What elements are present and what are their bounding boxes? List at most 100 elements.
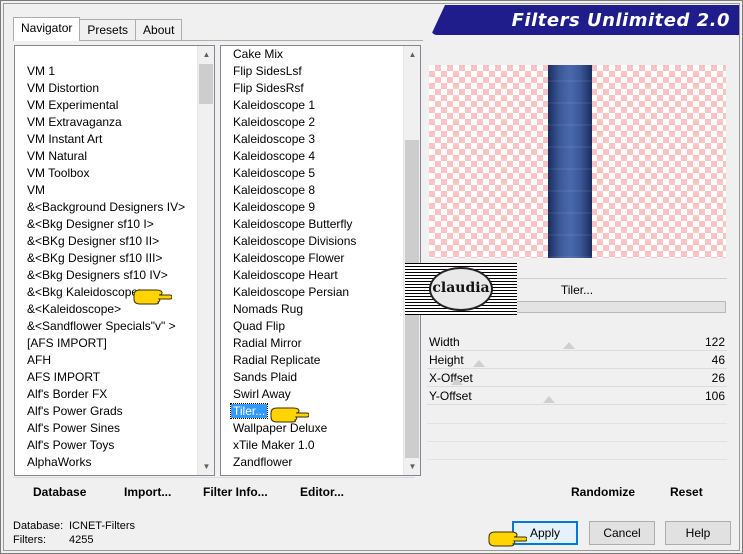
category-item[interactable]: &<Sandflower Specials"v" >: [15, 318, 197, 335]
empty-parameter-rows: [427, 406, 727, 476]
filter-item[interactable]: Cake Mix: [221, 46, 403, 63]
filter-item[interactable]: Kaleidoscope Divisions: [221, 233, 403, 250]
filter-item[interactable]: xTile Maker 1.0: [221, 437, 403, 454]
category-item[interactable]: Alf's Power Toys: [15, 437, 197, 454]
filter-item[interactable]: Zandflower: [221, 454, 403, 471]
category-scrollbar[interactable]: ▲ ▼: [197, 46, 214, 475]
filter-item[interactable]: Sands Plaid: [221, 369, 403, 386]
category-item[interactable]: AFS IMPORT: [15, 369, 197, 386]
tab-navigator[interactable]: Navigator: [13, 17, 81, 41]
param-value: 26: [711, 371, 725, 385]
reset-button[interactable]: Reset: [670, 485, 703, 499]
category-scroll-thumb[interactable]: [199, 64, 213, 104]
filter-item-label: Kaleidoscope 9: [233, 200, 316, 214]
filter-item-label: Zandflower: [233, 455, 293, 469]
category-item[interactable]: Alf's Border FX: [15, 386, 197, 403]
editor-button[interactable]: Editor...: [300, 485, 344, 499]
param-name: Y-Offset: [429, 389, 472, 403]
param-name: Width: [429, 335, 460, 349]
category-item[interactable]: &<Bkg Designers sf10 IV>: [15, 267, 197, 284]
filter-info-button[interactable]: Filter Info...: [203, 485, 268, 499]
filter-item-label: Kaleidoscope 1: [233, 98, 316, 112]
filter-list: Cake Mix Flip SidesLsf Flip SidesRsf Kaleid…: [221, 46, 403, 475]
help-button[interactable]: Help: [665, 521, 731, 545]
category-item[interactable]: Alf's Power Grads: [15, 403, 197, 420]
filter-item[interactable]: Wallpaper Deluxe: [221, 420, 403, 437]
filter-item[interactable]: Flip SidesLsf: [221, 63, 403, 80]
filter-item[interactable]: Kaleidoscope 8: [221, 182, 403, 199]
category-listbox[interactable]: VM 1 VM Distortion VM Experimental VM Extra…: [14, 45, 215, 476]
pointing-hand-icon: [133, 289, 172, 305]
filter-scrollbar[interactable]: ▲ ▼: [403, 46, 420, 475]
filter-item[interactable]: Radial Mirror: [221, 335, 403, 352]
slider-marker-icon[interactable]: [451, 378, 463, 385]
filter-listbox[interactable]: Cake Mix Flip SidesLsf Flip SidesRsf Kaleid…: [220, 45, 421, 476]
slider-marker-icon[interactable]: [473, 360, 485, 367]
param-row-height[interactable]: Height 46: [427, 351, 727, 369]
filter-item[interactable]: Radial Replicate: [221, 352, 403, 369]
logo-text: claudia: [432, 280, 490, 296]
category-item[interactable]: VM Distortion: [15, 80, 197, 97]
scroll-up-icon[interactable]: ▲: [404, 46, 420, 63]
filter-item-label: Kaleidoscope 5: [233, 166, 316, 180]
filter-item-label: Radial Mirror: [233, 336, 302, 350]
filter-item[interactable]: Kaleidoscope Persian: [221, 284, 403, 301]
category-item[interactable]: &<Background Designers IV>: [15, 199, 197, 216]
filter-item[interactable]: Kaleidoscope 1: [221, 97, 403, 114]
tab-about[interactable]: About: [135, 19, 183, 41]
filter-item[interactable]: Flip SidesRsf: [221, 80, 403, 97]
param-row-y-offset[interactable]: Y-Offset 106: [427, 387, 727, 405]
filter-item[interactable]: Kaleidoscope Butterfly: [221, 216, 403, 233]
category-item[interactable]: AFH: [15, 352, 197, 369]
preview-image: [429, 65, 726, 258]
filter-item[interactable]: Kaleidoscope 3: [221, 131, 403, 148]
app-title: Filters Unlimited 2.0: [511, 10, 730, 31]
filter-item[interactable]: Kaleidoscope 4: [221, 148, 403, 165]
category-item[interactable]: VM: [15, 182, 197, 199]
database-button[interactable]: Database: [33, 485, 86, 499]
category-item[interactable]: AlphaWorks: [15, 454, 197, 471]
category-item[interactable]: Alf's Power Sines: [15, 420, 197, 437]
filter-item[interactable]: Tiler...: [221, 403, 403, 420]
category-list: VM 1 VM Distortion VM Experimental VM Extra…: [15, 63, 197, 475]
status-database: Database: ICNET-Filters: [13, 520, 135, 532]
category-item[interactable]: VM Natural: [15, 148, 197, 165]
scroll-down-icon[interactable]: ▼: [198, 458, 214, 475]
filter-item[interactable]: Kaleidoscope 5: [221, 165, 403, 182]
filter-item-label: Kaleidoscope 3: [233, 132, 316, 146]
randomize-button[interactable]: Randomize: [571, 485, 635, 499]
filter-item-label: Flip SidesRsf: [233, 81, 304, 95]
category-item[interactable]: VM 1: [15, 63, 197, 80]
category-item[interactable]: [AFS IMPORT]: [15, 335, 197, 352]
status-filters: Filters: 4255: [13, 534, 93, 546]
scroll-up-icon[interactable]: ▲: [198, 46, 214, 63]
param-row-width[interactable]: Width 122: [427, 333, 727, 351]
filter-item[interactable]: Nomads Rug: [221, 301, 403, 318]
category-item[interactable]: VM Instant Art: [15, 131, 197, 148]
filter-item[interactable]: Kaleidoscope Heart: [221, 267, 403, 284]
filter-item-label: Kaleidoscope Butterfly: [233, 217, 353, 231]
category-item[interactable]: &<BKg Designer sf10 III>: [15, 250, 197, 267]
filter-item[interactable]: Kaleidoscope 9: [221, 199, 403, 216]
filter-item[interactable]: Quad Flip: [221, 318, 403, 335]
filter-item[interactable]: Kaleidoscope Flower: [221, 250, 403, 267]
filter-item-label: Nomads Rug: [233, 302, 304, 316]
category-item[interactable]: &<BKg Designer sf10 II>: [15, 233, 197, 250]
slider-marker-icon[interactable]: [563, 342, 575, 349]
slider-marker-icon[interactable]: [543, 396, 555, 403]
category-item[interactable]: VM Toolbox: [15, 165, 197, 182]
import-button[interactable]: Import...: [124, 485, 171, 499]
param-row-x-offset[interactable]: X-Offset 26: [427, 369, 727, 387]
filter-item[interactable]: Kaleidoscope 2: [221, 114, 403, 131]
title-banner: Filters Unlimited 2.0: [431, 5, 740, 35]
tab-presets[interactable]: Presets: [79, 19, 137, 41]
cancel-button[interactable]: Cancel: [589, 521, 655, 545]
scroll-down-icon[interactable]: ▼: [404, 458, 420, 475]
parameter-panel: Width 122 Height 46 X-Offset 26 Y-Offset…: [427, 333, 727, 405]
category-item[interactable]: &<Bkg Designer sf10 I>: [15, 216, 197, 233]
filter-item[interactable]: Swirl Away: [221, 386, 403, 403]
filter-item-label: Kaleidoscope 4: [233, 149, 316, 163]
status-filters-label: Filters:: [13, 534, 46, 546]
category-item[interactable]: VM Extravaganza: [15, 114, 197, 131]
category-item[interactable]: VM Experimental: [15, 97, 197, 114]
